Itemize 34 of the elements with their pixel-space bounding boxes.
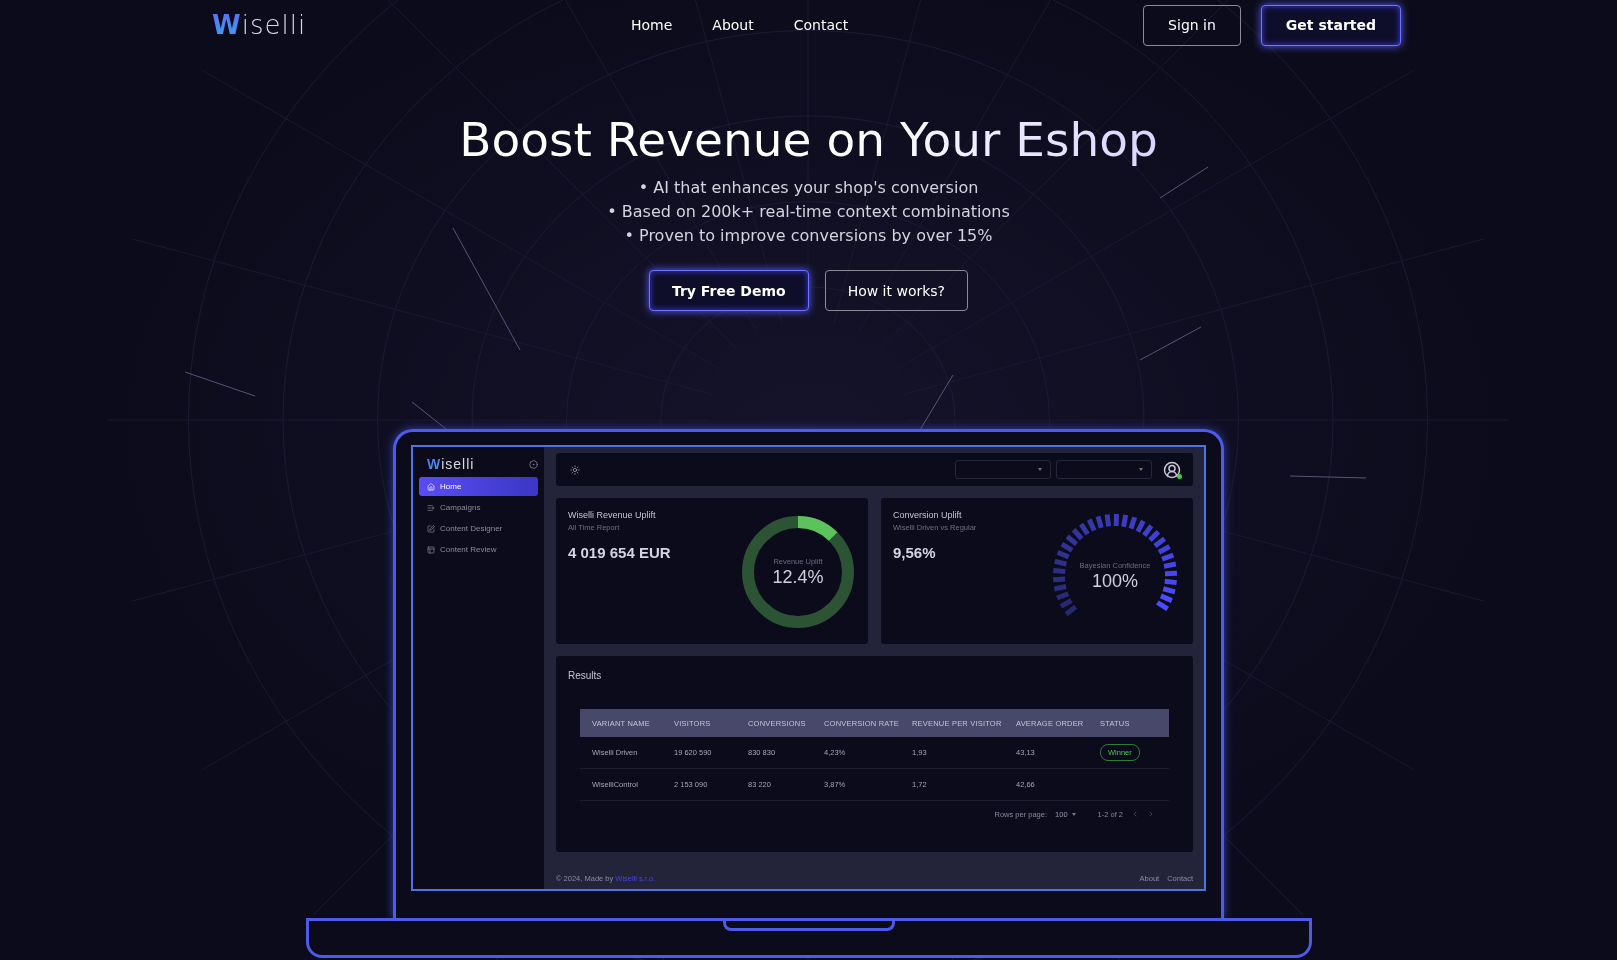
gauge-value: 12.4% [772,566,824,588]
gauge-value: 100% [1091,570,1138,592]
menu-item-icon [427,482,435,491]
demo-button[interactable]: Try Free Demo [648,270,809,311]
sidebar-item[interactable]: Home [419,477,538,496]
card-value: 4 019 654 EUR [568,544,671,561]
hero-bullet: • Based on 200k+ real-time context combinations [607,201,1010,223]
sign-in-button[interactable]: Sign in [1143,4,1241,46]
avatar-icon[interactable] [1163,460,1181,479]
menu-item-icon [427,524,435,533]
logo[interactable]: Wiselli [212,10,307,40]
results-title: Results [568,670,603,681]
hero-bullet: • AI that enhances your shop's conversion [638,177,979,199]
card-title: Wiselli Revenue Uplift [568,510,657,520]
menu-item-icon [427,503,435,512]
sidebar-item[interactable]: Content Designer [419,519,538,538]
dropdown[interactable] [1056,460,1152,479]
card-title: Conversion Uplift [893,510,963,520]
sidebar-logo[interactable]: Wiselli [427,456,475,472]
nav-link[interactable]: Contact [793,17,849,33]
get-started-button[interactable]: Get started [1260,4,1401,46]
dropdown[interactable] [955,460,1051,479]
menu-item-icon [427,545,435,554]
card-value: 9,56% [893,544,937,561]
sun-icon[interactable] [570,464,580,475]
next-page-icon[interactable] [1147,810,1155,818]
settings-icon[interactable] [529,459,538,469]
sidebar-item[interactable]: Campaigns [419,498,538,517]
nav-link[interactable]: Home [631,17,673,33]
how-it-works-button[interactable]: How it works? [824,270,969,311]
nav-link[interactable]: About [712,17,754,33]
hero-bullet: • Proven to improve conversions by over 15% [624,225,993,247]
previous-page-icon[interactable] [1131,810,1139,818]
sidebar-item[interactable]: Content Review [419,540,538,559]
